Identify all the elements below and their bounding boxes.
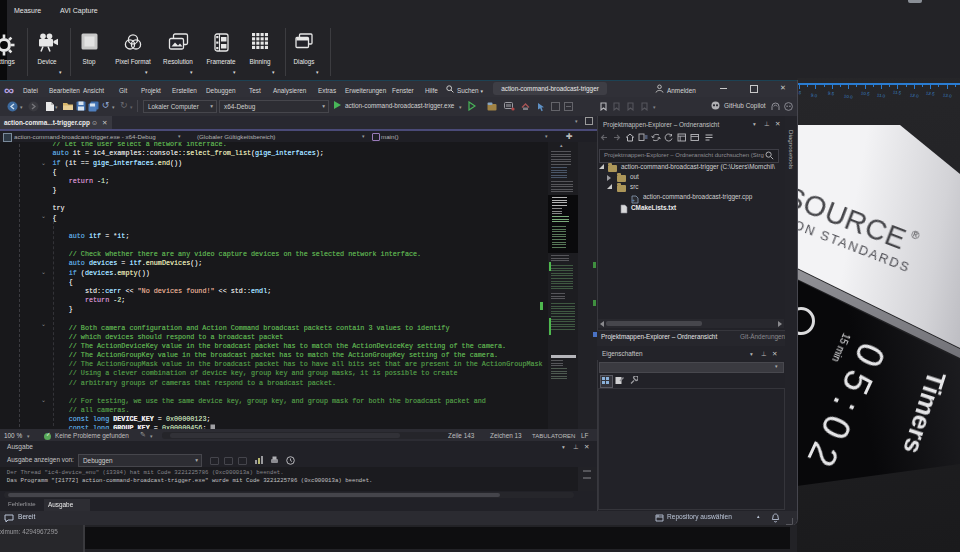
- svg-text:+: +: [632, 197, 635, 203]
